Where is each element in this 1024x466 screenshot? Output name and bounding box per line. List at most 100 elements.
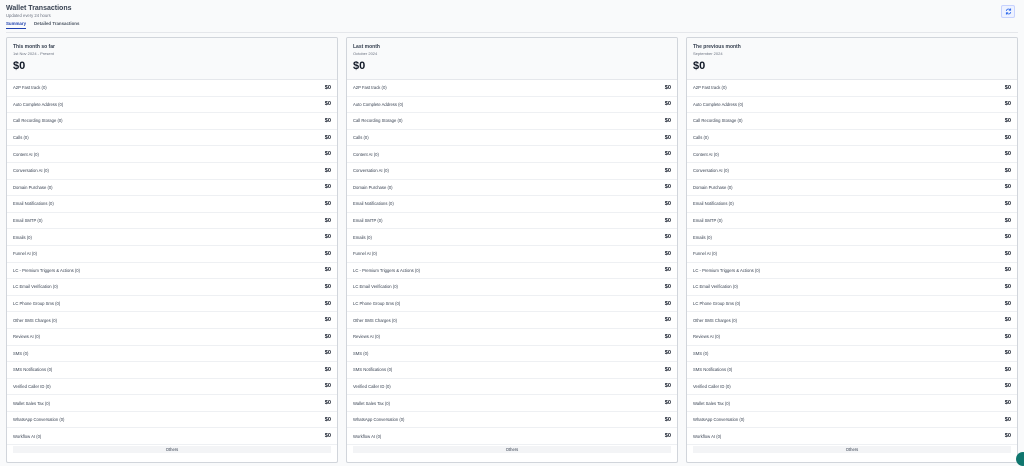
category-amount: $0 [1004, 117, 1011, 124]
card-total-amount: $0 [353, 60, 366, 72]
category-label: A2P Fast track (0) [353, 85, 387, 91]
category-label: SMS Notifications (0) [693, 367, 733, 373]
category-label: LC Phone Group Sms (0) [13, 301, 61, 307]
card-total-amount: $0 [693, 60, 706, 72]
category-amount: $0 [1004, 317, 1011, 324]
transaction-category-row: Call Recording Storage (0) $0 [347, 113, 677, 130]
others-button[interactable]: Others [693, 446, 1011, 454]
category-amount: $0 [664, 300, 671, 307]
transaction-category-row: Funnel AI (0) $0 [7, 246, 337, 263]
category-label: WhatsApp Conversation (0) [693, 417, 745, 423]
transaction-category-row: Content AI (0) $0 [7, 146, 337, 163]
tab-detailed-transactions[interactable]: Detailed Transactions [34, 21, 79, 29]
category-label: Auto Complete Address (0) [693, 101, 744, 107]
category-label: Reviews AI (0) [693, 334, 720, 340]
transaction-category-row: Calls (0) $0 [687, 130, 1017, 147]
category-amount: $0 [324, 317, 331, 324]
category-label: Emails (0) [13, 234, 32, 240]
transaction-category-row: Verified Caller ID (0) $0 [7, 379, 337, 396]
category-amount: $0 [1004, 167, 1011, 174]
transaction-category-row: LC Email Verification (0) $0 [347, 279, 677, 296]
transaction-category-row: Wallet Sales Tax (0) $0 [347, 395, 677, 412]
period-card: This month so far 1st Nov 2024 - Present $… [6, 37, 338, 463]
category-label: Call Recording Storage (0) [693, 118, 743, 124]
transaction-category-row: Verified Caller ID (0) $0 [687, 379, 1017, 396]
transaction-category-row: Domain Purchase (0) $0 [347, 180, 677, 197]
category-label: Wallet Sales Tax (0) [693, 400, 731, 406]
category-label: Other SMS Charges (0) [693, 317, 737, 323]
transaction-category-row: Emails (0) $0 [7, 229, 337, 246]
category-amount: $0 [664, 184, 671, 191]
transaction-category-row: WhatsApp Conversation (0) $0 [687, 412, 1017, 429]
tab-divider [6, 31, 1018, 33]
category-amount: $0 [664, 317, 671, 324]
tab-summary[interactable]: Summary [6, 21, 27, 29]
category-amount: $0 [664, 366, 671, 373]
category-amount: $0 [1004, 184, 1011, 191]
transaction-category-row: Workflow AI (0) $0 [347, 428, 677, 446]
category-amount: $0 [1004, 416, 1011, 423]
transaction-category-row: Email SMTP (0) $0 [7, 213, 337, 230]
category-label: Call Recording Storage (0) [353, 118, 403, 124]
transaction-category-row: Other SMS Charges (0) $0 [7, 312, 337, 329]
transaction-category-row: Domain Purchase (0) $0 [687, 180, 1017, 197]
category-amount: $0 [664, 433, 671, 440]
transaction-category-row: Call Recording Storage (0) $0 [687, 113, 1017, 130]
category-label: Verified Caller ID (0) [353, 383, 391, 389]
transaction-category-row: Verified Caller ID (0) $0 [347, 379, 677, 396]
category-label: Content AI (0) [13, 151, 39, 157]
category-label: Funnel AI (0) [693, 251, 717, 257]
chat-widget-button[interactable] [1016, 452, 1024, 466]
transaction-category-row: A2P Fast track (0) $0 [347, 80, 677, 97]
transaction-category-row: Content AI (0) $0 [347, 146, 677, 163]
category-amount: $0 [664, 283, 671, 290]
category-label: Verified Caller ID (0) [693, 383, 731, 389]
category-label: Wallet Sales Tax (0) [13, 400, 51, 406]
transaction-category-row: Funnel AI (0) $0 [347, 246, 677, 263]
transaction-category-row: SMS Notifications (0) $0 [7, 362, 337, 379]
category-amount: $0 [664, 250, 671, 257]
transaction-category-row: Wallet Sales Tax (0) $0 [7, 395, 337, 412]
transaction-category-row: Conversation AI (0) $0 [7, 163, 337, 180]
period-card: Last month October 2024 $0 A2P Fast track (… [346, 37, 678, 463]
category-label: Conversation AI (0) [13, 168, 49, 174]
transaction-category-row: Emails (0) $0 [687, 229, 1017, 246]
category-amount: $0 [664, 151, 671, 158]
transaction-category-row: SMS Notifications (0) $0 [687, 362, 1017, 379]
tab-bar: Summary Detailed Transactions [6, 21, 79, 29]
category-amount: $0 [1004, 300, 1011, 307]
summary-cards: This month so far 1st Nov 2024 - Present $… [6, 37, 1018, 463]
category-label: LC Phone Group Sms (0) [353, 301, 401, 307]
card-header: This month so far 1st Nov 2024 - Present $… [7, 38, 337, 80]
category-label: Email SMTP (0) [13, 218, 43, 224]
category-label: WhatsApp Conversation (0) [353, 417, 405, 423]
category-label: Funnel AI (0) [353, 251, 377, 257]
transaction-category-row: Email SMTP (0) $0 [687, 213, 1017, 230]
category-amount: $0 [664, 167, 671, 174]
category-label: Auto Complete Address (0) [13, 101, 64, 107]
page-subtitle: Updated every 24 hours [6, 13, 51, 18]
category-label: Email SMTP (0) [693, 218, 723, 224]
card-total-amount: $0 [13, 60, 26, 72]
category-label: Email SMTP (0) [353, 218, 383, 224]
category-amount: $0 [1004, 333, 1011, 340]
category-label: Domain Purchase (0) [693, 184, 733, 190]
category-label: A2P Fast track (0) [13, 85, 47, 91]
category-amount: $0 [664, 117, 671, 124]
transaction-category-row: Workflow AI (0) $0 [687, 428, 1017, 446]
card-period-title: Last month [353, 44, 380, 50]
others-button[interactable]: Others [13, 446, 331, 454]
category-amount: $0 [324, 366, 331, 373]
category-amount: $0 [324, 200, 331, 207]
others-button[interactable]: Others [353, 446, 671, 454]
category-amount: $0 [664, 84, 671, 91]
category-amount: $0 [1004, 400, 1011, 407]
refresh-button[interactable] [1001, 5, 1015, 18]
transaction-category-row: Funnel AI (0) $0 [687, 246, 1017, 263]
category-label: Reviews AI (0) [353, 334, 380, 340]
category-amount: $0 [324, 84, 331, 91]
transaction-category-row: Conversation AI (0) $0 [347, 163, 677, 180]
card-header: Last month October 2024 $0 [347, 38, 677, 80]
transaction-category-row: LC Phone Group Sms (0) $0 [347, 296, 677, 313]
category-label: WhatsApp Conversation (0) [13, 417, 65, 423]
